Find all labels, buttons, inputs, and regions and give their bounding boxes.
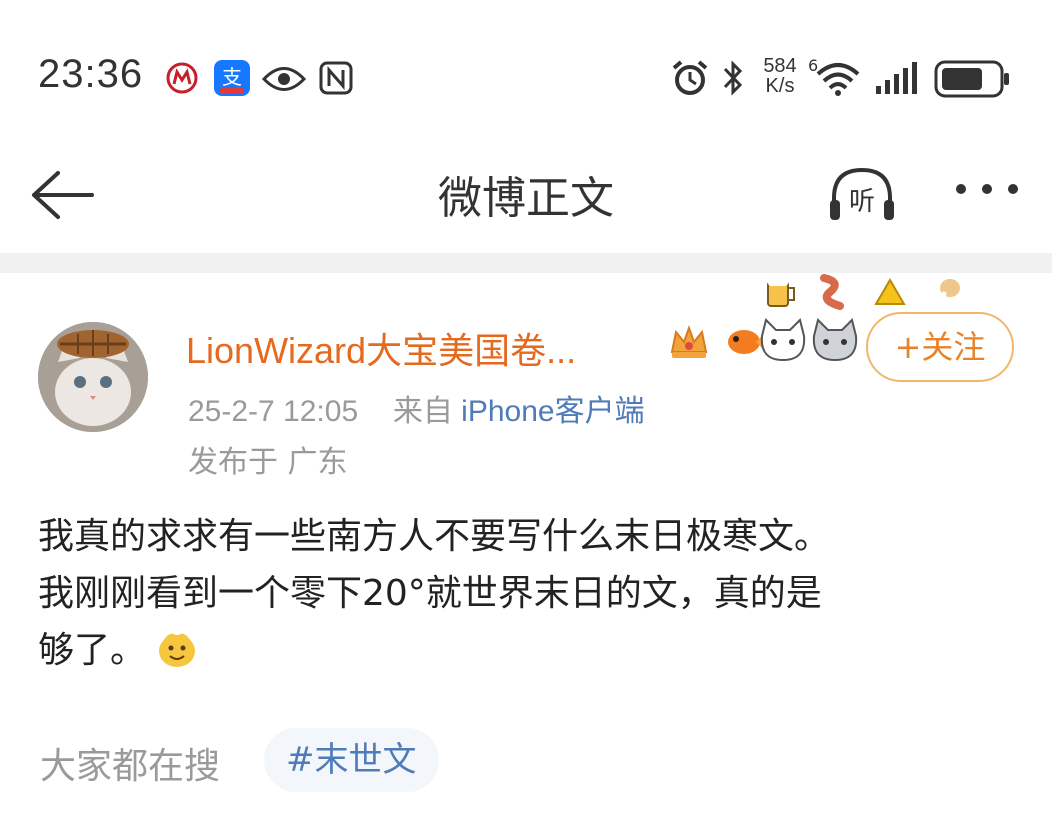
net-speed-unit: K/s <box>765 75 795 97</box>
eye-icon <box>262 67 306 91</box>
alipay-icon: 支 <box>214 60 250 96</box>
section-divider <box>0 253 1052 273</box>
crown-badge-icon <box>670 325 708 358</box>
beer-sticker-icon <box>767 280 795 307</box>
post-location: 发布于 广东 <box>188 445 348 480</box>
signal-icon <box>876 62 917 94</box>
bluetooth-icon <box>723 60 743 96</box>
hashtag-chip[interactable]: #末世文 <box>264 728 439 792</box>
battery-icon <box>934 60 1009 98</box>
drumstick-sticker-icon <box>933 279 960 309</box>
cat-sticker-icon-2 <box>812 318 858 362</box>
post-meta: 25-2-7 12:05 来自 iPhone客户端 <box>188 386 645 430</box>
username[interactable]: LionWizard大宝美国卷... <box>186 322 576 374</box>
clock-time: 23:36 <box>38 52 144 96</box>
post-date: 25-2-7 12:05 <box>188 395 359 428</box>
post-text-line: 我真的求求有一些南方人不要写什么末日极寒文。 <box>38 516 831 557</box>
follow-button[interactable]: +关注 <box>866 312 1014 382</box>
metro-icon <box>166 62 198 94</box>
wifi-icon <box>816 63 860 96</box>
page-title: 微博正文 <box>438 173 614 224</box>
cat-avatar-image <box>38 322 148 432</box>
post-text-line: 我刚刚看到一个零下20°就世界末日的文，真的是 <box>38 573 822 614</box>
nfc-icon <box>319 61 353 95</box>
status-bar: 23:36 支 584 K/s 6 <box>0 0 1052 150</box>
svg-text:支: 支 <box>222 65 242 89</box>
smiley-emoji-icon <box>159 633 196 667</box>
cat-sticker-icon <box>760 318 806 362</box>
from-prefix: 来自 <box>392 395 462 428</box>
alarm-icon <box>672 60 708 95</box>
net-speed: 584 K/s <box>758 56 802 96</box>
post-source[interactable]: iPhone客户端 <box>461 395 644 428</box>
bacon-sticker-icon <box>820 274 844 310</box>
net-speed-value: 584 <box>763 55 797 77</box>
avatar[interactable] <box>38 322 148 432</box>
post-text-line: 够了。 <box>38 622 1028 679</box>
cheese-sticker-icon <box>874 278 906 305</box>
post-body: 我真的求求有一些南方人不要写什么末日极寒文。 我刚刚看到一个零下20°就世界末日… <box>38 508 1028 679</box>
trending-search-label: 大家都在搜 <box>40 746 221 787</box>
post-text-line-3: 够了。 <box>38 630 147 671</box>
